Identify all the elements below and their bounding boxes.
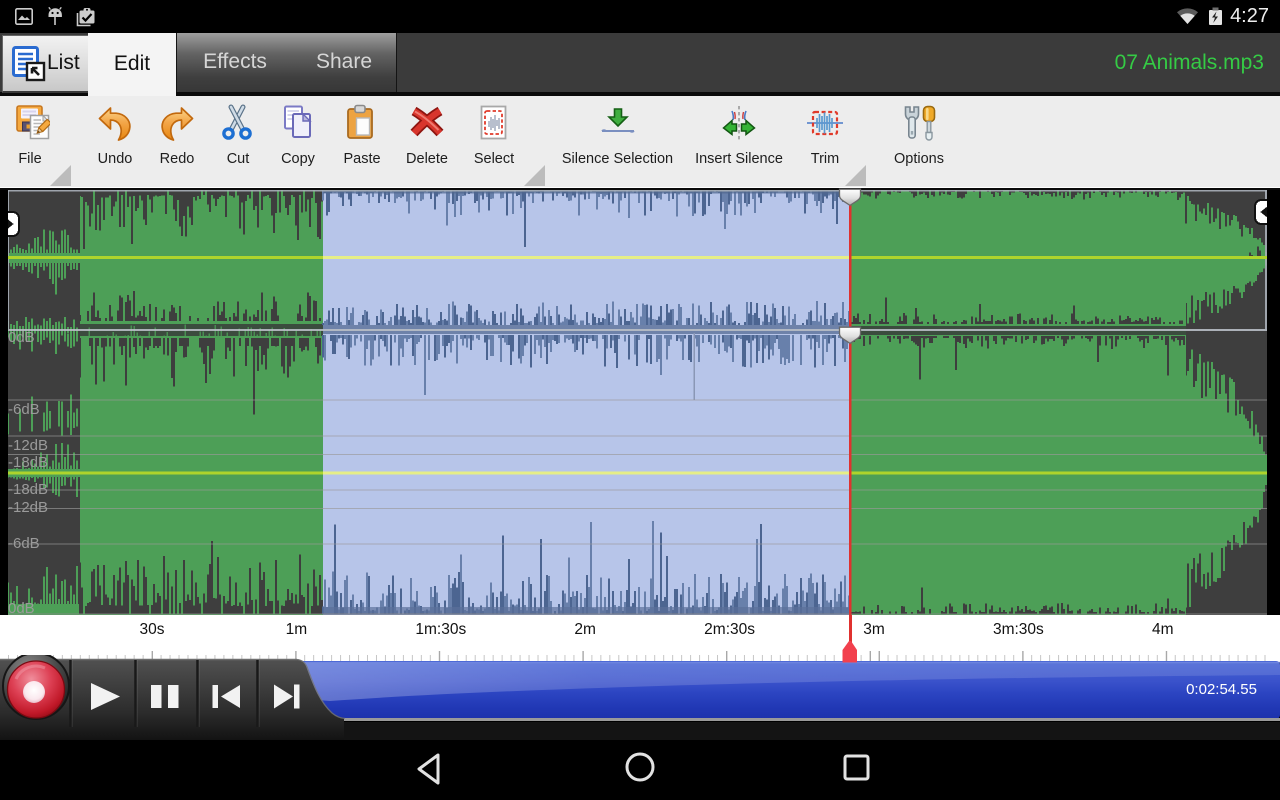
svg-text:-6dB: -6dB	[8, 535, 40, 552]
svg-text:-18dB: -18dB	[8, 454, 48, 471]
svg-text:-6dB: -6dB	[8, 401, 40, 418]
svg-text:-18dB: -18dB	[8, 481, 48, 498]
svg-text:-12dB: -12dB	[8, 437, 48, 454]
svg-text:-12dB: -12dB	[8, 499, 48, 516]
svg-text:0dB: 0dB	[8, 600, 35, 615]
svg-text:0dB: 0dB	[8, 329, 35, 346]
